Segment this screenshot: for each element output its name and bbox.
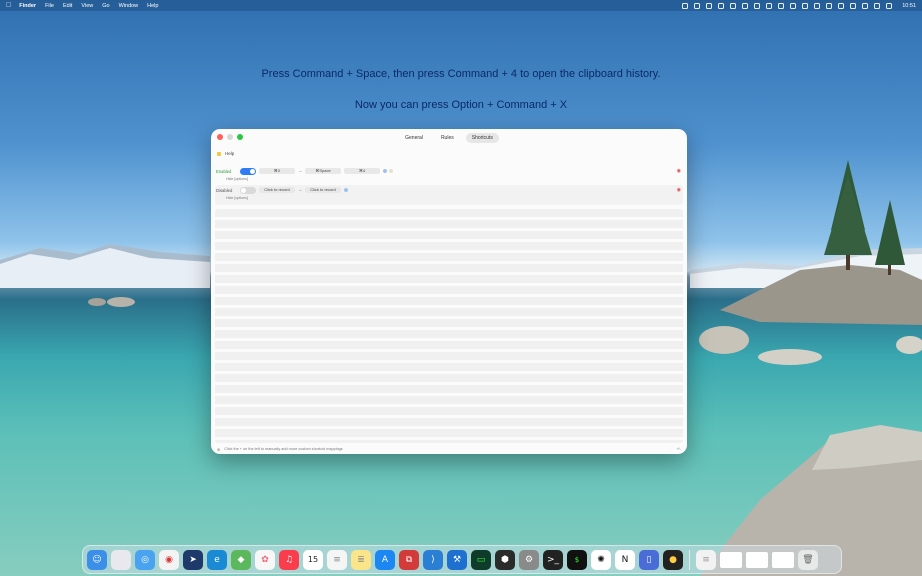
status-app-icon[interactable]	[694, 2, 701, 9]
row-note[interactable]: Hide [options]	[226, 196, 248, 200]
add-key-icon[interactable]	[344, 188, 348, 192]
reminders-icon[interactable]: ≡	[327, 549, 347, 570]
menu-view[interactable]: View	[81, 3, 93, 9]
empty-rows-area	[215, 209, 683, 443]
status-icons: 10:51	[682, 2, 916, 9]
row-note[interactable]: Hide [options]	[226, 177, 248, 181]
colors-icon[interactable]: ●	[663, 549, 683, 570]
window-titlebar: General Rules Shortcuts	[211, 129, 687, 146]
menu-window[interactable]: Window	[119, 3, 139, 9]
telegram-icon[interactable]: ➤	[183, 549, 203, 570]
menu-help[interactable]: Help	[147, 3, 158, 9]
to-key-field-2[interactable]: ⌘4	[344, 168, 380, 174]
tab-general[interactable]: General	[399, 133, 429, 143]
parallels-icon[interactable]: ⧉	[399, 549, 419, 570]
mirror-icon[interactable]	[814, 2, 821, 9]
calendar-icon[interactable]: 15	[303, 549, 323, 570]
document-icon[interactable]: ≡	[696, 549, 716, 570]
pen-icon[interactable]	[754, 2, 761, 9]
apple-menu-icon[interactable]: 	[6, 2, 11, 9]
cube-icon[interactable]: ⬢	[495, 549, 515, 570]
menu-file[interactable]: File	[45, 3, 54, 9]
xcode-icon[interactable]: ⚒	[447, 549, 467, 570]
appstore-icon[interactable]: A	[375, 549, 395, 570]
notes-icon[interactable]: ≣	[351, 549, 371, 570]
footer-controls[interactable]: +/-	[676, 447, 681, 452]
photos-icon[interactable]: ✿	[255, 549, 275, 570]
vscode-icon[interactable]: ⟩	[423, 549, 443, 570]
row-status-label: Enabled	[216, 169, 232, 174]
safari-icon[interactable]: ◎	[135, 549, 155, 570]
settings-window: General Rules Shortcuts Help Enabled ⌘X …	[211, 129, 687, 454]
tab-shortcuts[interactable]: Shortcuts	[465, 132, 499, 143]
battery-icon[interactable]	[838, 2, 845, 9]
finder-icon[interactable]: ☺	[87, 549, 107, 570]
dock-separator	[689, 549, 690, 570]
wifi-icon[interactable]	[850, 2, 857, 9]
edge-icon[interactable]: e	[207, 549, 227, 570]
help-label: Help	[225, 151, 235, 156]
help-row[interactable]: Help	[217, 151, 234, 156]
menu-clock[interactable]: 10:51	[902, 3, 916, 9]
traffic-lights	[217, 134, 243, 140]
minimize-button[interactable]	[227, 134, 233, 140]
music-note-icon[interactable]	[742, 2, 749, 9]
minimized-window-1[interactable]	[720, 551, 742, 568]
footer-hint: Click the + on the left to manually add …	[224, 447, 343, 451]
eye-icon[interactable]	[778, 2, 785, 9]
enable-toggle[interactable]	[240, 187, 256, 194]
minimized-window-2[interactable]	[746, 551, 768, 568]
screen-record-icon[interactable]	[682, 2, 689, 9]
control-center-icon[interactable]	[886, 2, 893, 9]
help-icon	[217, 151, 221, 156]
bookmark-icon[interactable]	[766, 2, 773, 9]
terminal-green-icon[interactable]: ▭	[471, 549, 491, 570]
terminal-icon[interactable]: >_	[543, 549, 563, 570]
maps-icon[interactable]: ◆	[231, 549, 251, 570]
launchpad-icon[interactable]	[111, 549, 131, 570]
minimized-window-3[interactable]	[772, 551, 794, 568]
menu-edit[interactable]: Edit	[63, 3, 72, 9]
window-footer: ⊕ Click the + on the left to manually ad…	[217, 447, 681, 452]
option-dot-icon[interactable]	[389, 169, 393, 173]
mapping-arrow-icon: →	[298, 187, 303, 192]
delete-row-icon[interactable]: ◉	[677, 187, 681, 193]
shield-icon[interactable]	[706, 2, 713, 9]
system-settings-icon[interactable]: ⚙	[519, 549, 539, 570]
notion-icon[interactable]: N	[615, 549, 635, 570]
preview-icon[interactable]: ▯	[639, 549, 659, 570]
chrome-icon[interactable]: ◉	[159, 549, 179, 570]
trash-icon[interactable]: 🗑	[798, 549, 818, 570]
instruction-line-2: Now you can press Option + Command + X	[354, 99, 568, 111]
close-button[interactable]	[217, 134, 223, 140]
instruction-line-1: Press Command + Space, then press Comman…	[261, 68, 661, 80]
zoom-button[interactable]	[237, 134, 243, 140]
chatgpt-icon[interactable]: ✺	[591, 549, 611, 570]
user-icon[interactable]	[874, 2, 881, 9]
menu-bar:  Finder File Edit View Go Window Help 1…	[0, 0, 922, 11]
to-key-field-1[interactable]: ⌘Space	[305, 168, 341, 174]
menu-go[interactable]: Go	[102, 3, 109, 9]
cloud-icon[interactable]	[790, 2, 797, 9]
to-key-field-1[interactable]: Click to record	[305, 187, 341, 193]
row-status-label: Disabled	[216, 188, 233, 193]
music-icon[interactable]: ♫	[279, 549, 299, 570]
dock: ☺ ◎ ◉ ➤ e ◆ ✿ ♫ 15 ≡ ≣ A ⧉ ⟩ ⚒ ▭ ⬢ ⚙ >_ …	[82, 545, 842, 574]
window-icon[interactable]	[802, 2, 809, 9]
iterm-icon[interactable]: $	[567, 549, 587, 570]
menu-app-name[interactable]: Finder	[19, 3, 36, 9]
delete-row-icon[interactable]: ◉	[677, 168, 681, 174]
clipboard-icon[interactable]	[730, 2, 737, 9]
bluetooth-icon[interactable]	[826, 2, 833, 9]
add-key-icon[interactable]	[383, 169, 387, 173]
display-icon[interactable]	[718, 2, 725, 9]
from-key-field[interactable]: ⌘X	[259, 168, 295, 174]
add-mapping-icon[interactable]: ⊕	[217, 447, 220, 452]
spotlight-icon[interactable]	[862, 2, 869, 9]
mapping-arrow-icon: →	[298, 168, 303, 173]
enable-toggle[interactable]	[240, 168, 256, 175]
from-key-field[interactable]: Click to record	[259, 187, 295, 193]
tab-rules[interactable]: Rules	[435, 133, 460, 143]
